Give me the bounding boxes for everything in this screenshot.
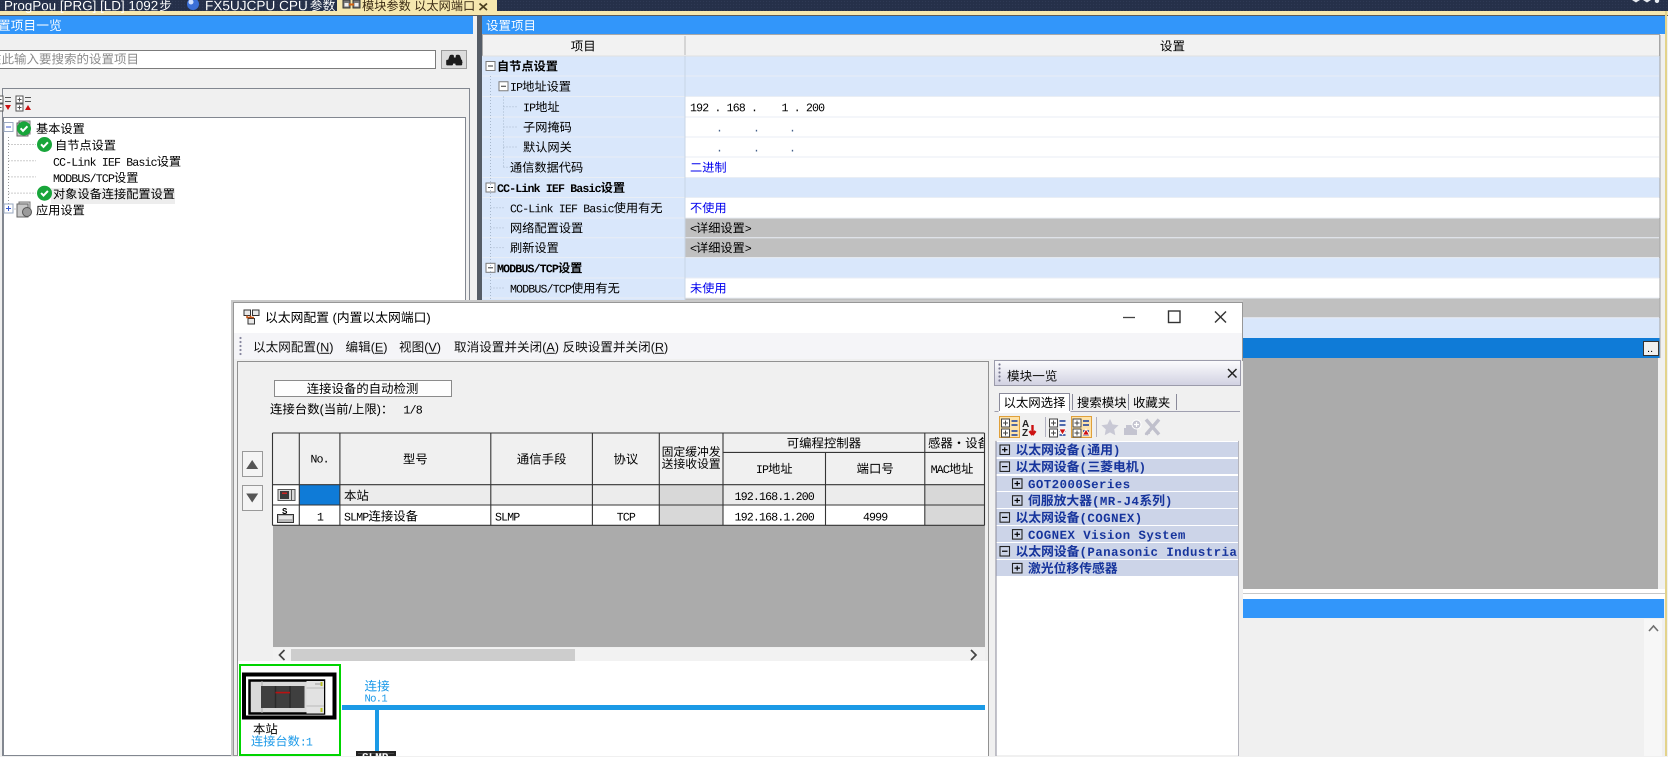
svg-text:Z: Z (1022, 428, 1028, 439)
